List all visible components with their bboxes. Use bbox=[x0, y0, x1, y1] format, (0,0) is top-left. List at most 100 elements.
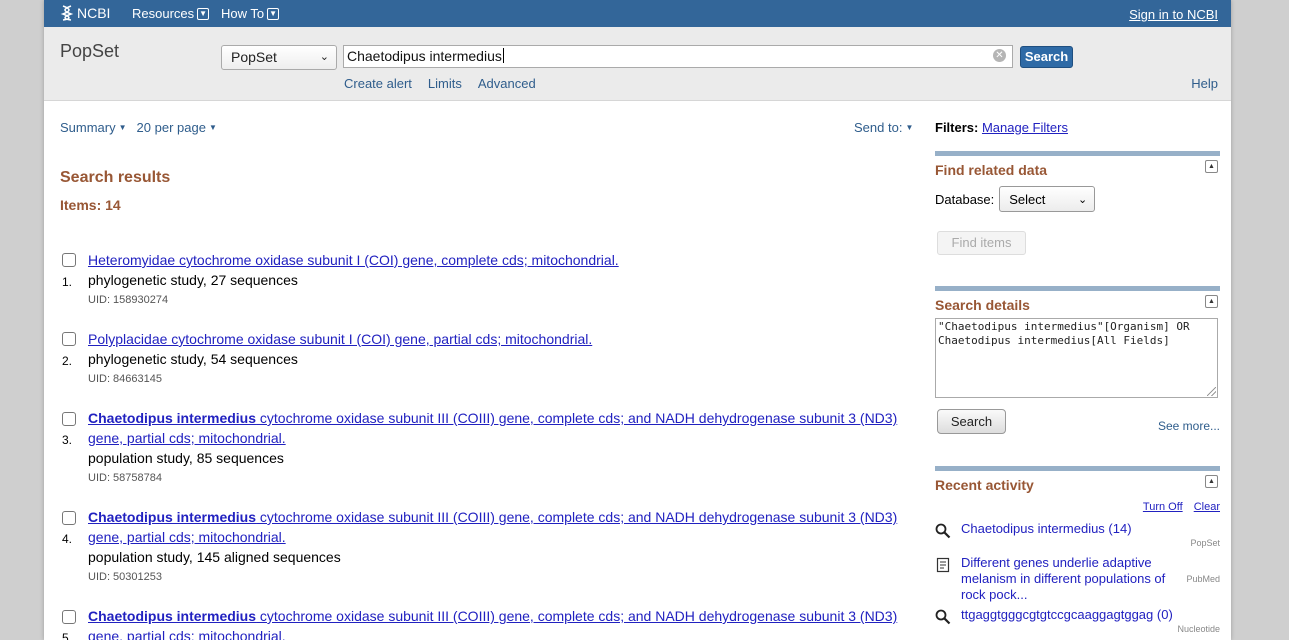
search-input[interactable]: Chaetodipus intermedius ✕ bbox=[343, 45, 1013, 68]
database-select[interactable]: PopSet ⌄ bbox=[221, 45, 337, 70]
results-toolbar: Summary ▼ 20 per page ▼ bbox=[60, 120, 217, 135]
result-title-link[interactable]: Heteromyidae cytochrome oxidase subunit … bbox=[88, 250, 920, 270]
caret-down-icon: ▼ bbox=[118, 123, 127, 132]
database-title: PopSet bbox=[60, 41, 120, 61]
database-select-value: PopSet bbox=[231, 49, 277, 65]
result-description: population study, 85 sequences bbox=[88, 450, 284, 466]
resources-menu[interactable]: Resources ▼ bbox=[132, 6, 210, 21]
dna-icon bbox=[60, 5, 74, 21]
search-details-textarea[interactable]: "Chaetodipus intermedius"[Organism] OR C… bbox=[935, 318, 1218, 398]
search-bar-area: PopSet PopSet ⌄ Chaetodipus intermedius … bbox=[44, 27, 1231, 101]
result-title-link[interactable]: Chaetodipus intermedius cytochrome oxida… bbox=[88, 507, 920, 547]
resources-label: Resources bbox=[132, 6, 195, 21]
sign-in-link[interactable]: Sign in to NCBI bbox=[1129, 7, 1218, 22]
top-bar: NCBI Resources ▼ How To ▼ Sign in to NCB… bbox=[44, 0, 1231, 27]
result-title-link[interactable]: Polyplacidae cytochrome oxidase subunit … bbox=[88, 329, 920, 349]
results-heading: Search results bbox=[60, 169, 171, 186]
search-button[interactable]: Search bbox=[1020, 46, 1073, 68]
search-sublinks: Create alert Limits Advanced bbox=[344, 76, 536, 91]
select-value: Select bbox=[1009, 192, 1046, 207]
result-uid: UID: 158930274 bbox=[88, 294, 169, 306]
send-to-label: Send to: bbox=[854, 120, 903, 135]
recent-activity-links: Turn Off Clear bbox=[935, 501, 1220, 513]
clear-icon[interactable]: ✕ bbox=[993, 49, 1006, 62]
result-checkbox[interactable] bbox=[62, 412, 76, 426]
result-uid: UID: 84663145 bbox=[88, 373, 162, 385]
database-row: Database: Select ⌄ bbox=[935, 186, 1220, 212]
search-details-portlet: Search details ▲ "Chaetodipus intermediu… bbox=[935, 286, 1220, 434]
recent-activity-item[interactable]: Different genes underlie adaptive melani… bbox=[935, 555, 1220, 603]
recent-activity-item[interactable]: ttgaggtgggcgtgtccgcaaggagtggag (0) Nucle… bbox=[935, 607, 1220, 637]
recent-activity-source: PubMed bbox=[1186, 574, 1220, 584]
recent-activity-text: Chaetodipus intermedius (14) bbox=[961, 521, 1132, 536]
turn-off-link[interactable]: Turn Off bbox=[1143, 501, 1183, 513]
result-description: phylogenetic study, 27 sequences bbox=[88, 272, 298, 288]
result-uid: UID: 50301253 bbox=[88, 571, 162, 583]
collapse-icon[interactable]: ▲ bbox=[1205, 295, 1218, 308]
related-database-select[interactable]: Select ⌄ bbox=[999, 186, 1096, 212]
create-alert-link[interactable]: Create alert bbox=[344, 76, 412, 91]
recent-activity-portlet: Recent activity ▲ Turn Off Clear Chaetod… bbox=[935, 466, 1220, 637]
query-text: "Chaetodipus intermedius"[Organism] OR C… bbox=[938, 320, 1197, 347]
title-highlight: Chaetodipus intermedius bbox=[88, 410, 257, 426]
result-number: 4. bbox=[62, 532, 73, 546]
collapse-icon[interactable]: ▲ bbox=[1205, 475, 1218, 488]
recent-activity-text: ttgaggtgggcgtgtccgcaaggagtggag (0) bbox=[961, 607, 1173, 622]
chevron-down-icon: ⌄ bbox=[319, 51, 329, 63]
result-title-link[interactable]: Chaetodipus intermedius cytochrome oxida… bbox=[88, 408, 920, 448]
format-label: Summary bbox=[60, 120, 116, 135]
recent-activity-source: Nucleotide bbox=[1177, 624, 1220, 634]
per-page-label: 20 per page bbox=[136, 120, 206, 135]
result-checkbox[interactable] bbox=[62, 253, 76, 267]
find-related-data-portlet: Find related data ▲ Database: Select ⌄ F… bbox=[935, 151, 1220, 255]
caret-down-icon: ▼ bbox=[905, 123, 914, 132]
portlet-title: Find related data bbox=[935, 162, 1048, 178]
advanced-link[interactable]: Advanced bbox=[478, 76, 536, 91]
manage-filters-link[interactable]: Manage Filters bbox=[982, 120, 1068, 135]
search-icon bbox=[935, 523, 951, 539]
database-label: Database: bbox=[935, 191, 995, 207]
send-to-menu[interactable]: Send to: ▼ bbox=[854, 120, 913, 135]
title-text: Heteromyidae cytochrome oxidase subunit … bbox=[88, 252, 619, 268]
logo-text: NCBI bbox=[77, 5, 111, 21]
text-cursor bbox=[502, 48, 504, 63]
search-icon bbox=[935, 609, 951, 625]
title-highlight: Chaetodipus intermedius bbox=[88, 608, 257, 624]
result-description: phylogenetic study, 54 sequences bbox=[88, 351, 298, 367]
title-text: Polyplacidae cytochrome oxidase subunit … bbox=[88, 331, 593, 347]
filters-row: Filters: Manage Filters bbox=[935, 120, 1220, 135]
result-number: 2. bbox=[62, 354, 73, 368]
result-uid: UID: 58758784 bbox=[88, 472, 162, 484]
howto-menu[interactable]: How To ▼ bbox=[221, 6, 280, 21]
see-more-link[interactable]: See more... bbox=[1158, 419, 1220, 433]
title-highlight: Chaetodipus intermedius bbox=[88, 509, 257, 525]
result-title-link[interactable]: Chaetodipus intermedius cytochrome oxida… bbox=[88, 606, 920, 640]
ncbi-logo[interactable]: NCBI bbox=[60, 5, 110, 21]
result-number: 1. bbox=[62, 275, 73, 289]
result-description: population study, 145 aligned sequences bbox=[88, 549, 341, 565]
howto-label: How To bbox=[221, 6, 265, 21]
result-checkbox[interactable] bbox=[62, 511, 76, 525]
page: NCBI Resources ▼ How To ▼ Sign in to NCB… bbox=[44, 0, 1231, 640]
resize-grip-icon[interactable] bbox=[1207, 387, 1216, 396]
chevron-down-icon: ▼ bbox=[267, 7, 280, 20]
items-count: Items: 14 bbox=[60, 197, 121, 213]
details-search-button[interactable]: Search bbox=[937, 409, 1006, 434]
portlet-title: Search details bbox=[935, 297, 1030, 313]
result-checkbox[interactable] bbox=[62, 610, 76, 624]
result-number: 3. bbox=[62, 433, 73, 447]
limits-link[interactable]: Limits bbox=[428, 76, 462, 91]
format-menu[interactable]: Summary ▼ bbox=[60, 120, 127, 135]
find-items-button[interactable]: Find items bbox=[937, 231, 1026, 255]
help-link[interactable]: Help bbox=[1191, 76, 1218, 91]
filters-label: Filters: bbox=[935, 120, 979, 135]
result-checkbox[interactable] bbox=[62, 332, 76, 346]
caret-down-icon: ▼ bbox=[208, 123, 217, 132]
recent-activity-source: PopSet bbox=[1190, 538, 1220, 548]
collapse-icon[interactable]: ▲ bbox=[1205, 160, 1218, 173]
per-page-menu[interactable]: 20 per page ▼ bbox=[137, 120, 217, 135]
clear-link[interactable]: Clear bbox=[1194, 501, 1220, 513]
sidebar: Filters: Manage Filters Find related dat… bbox=[935, 120, 1220, 634]
portlet-title: Recent activity bbox=[935, 477, 1034, 493]
recent-activity-item[interactable]: Chaetodipus intermedius (14) PopSet bbox=[935, 521, 1220, 551]
